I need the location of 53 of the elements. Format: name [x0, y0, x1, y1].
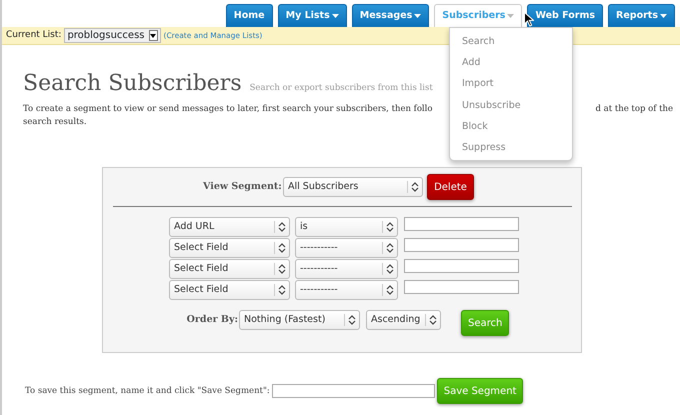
updown-icon: [382, 242, 395, 254]
save-segment-button[interactable]: Save Segment: [436, 378, 524, 404]
value-field[interactable]: [404, 238, 519, 252]
nav-tab[interactable]: Home: [226, 4, 273, 27]
direction-select[interactable]: Ascending: [366, 310, 441, 330]
order-by-label: Order By:: [186, 313, 238, 327]
updown-icon: [382, 221, 395, 233]
nav-tab[interactable]: Subscribers: [434, 4, 522, 27]
caret-icon: [150, 34, 156, 38]
menu-item[interactable]: Block: [450, 116, 572, 137]
search-button[interactable]: Search: [461, 310, 509, 336]
save-prompt: To save this segment, name it and click "Save Segment":: [25, 384, 270, 398]
segment-select[interactable]: All Subscribers: [283, 177, 423, 197]
menu-item[interactable]: Add: [450, 52, 572, 74]
updown-icon: [407, 181, 420, 193]
nav-tab[interactable]: My Lists: [278, 4, 347, 27]
updown-icon: [274, 221, 287, 233]
order-by-select[interactable]: Nothing (Fastest): [239, 310, 360, 330]
field-select[interactable]: Select Field: [169, 238, 290, 258]
operator-select[interactable]: -----------: [295, 238, 398, 258]
value-field[interactable]: [404, 259, 519, 273]
operator-select[interactable]: -----------: [295, 280, 398, 300]
page-title: Search Subscribers: [23, 71, 242, 98]
intro-text: search results.: [23, 117, 87, 128]
list-label: Current List:: [6, 28, 62, 42]
menu-item[interactable]: Search: [450, 31, 572, 52]
updown-icon: [344, 314, 357, 326]
operator-select[interactable]: is: [295, 217, 398, 237]
delete-button[interactable]: Delete: [427, 174, 474, 200]
menu-item[interactable]: Suppress: [450, 136, 572, 158]
value-field[interactable]: [404, 280, 519, 294]
page-subtitle: Search or export subscribers from this list: [250, 82, 433, 95]
updown-icon: [274, 263, 287, 275]
nav-tab[interactable]: Web Forms: [527, 4, 604, 27]
field-select[interactable]: Add URL: [169, 217, 290, 237]
nav-tab[interactable]: Reports: [608, 4, 675, 27]
list-select[interactable]: problogsuccess: [64, 28, 161, 43]
updown-icon: [274, 242, 287, 254]
intro-text: To create a segment to view or send messages to later, first search your subscribers, then follo: [23, 103, 432, 116]
menu-item[interactable]: Import: [450, 73, 572, 95]
operator-select[interactable]: -----------: [295, 259, 398, 279]
updown-icon: [382, 263, 395, 275]
field-select[interactable]: Select Field: [169, 259, 290, 279]
nav-tab[interactable]: Messages: [352, 4, 430, 27]
updown-icon: [274, 284, 287, 296]
segment-name-field[interactable]: [272, 384, 435, 398]
updown-icon: [425, 314, 438, 326]
field-select[interactable]: Select Field: [169, 280, 290, 300]
view-segment-label: View Segment:: [203, 180, 279, 194]
menu-item[interactable]: Unsubscribe: [450, 94, 572, 116]
updown-icon: [382, 284, 395, 296]
value-field[interactable]: [404, 217, 519, 231]
intro-text: d at the top of the: [595, 103, 673, 116]
